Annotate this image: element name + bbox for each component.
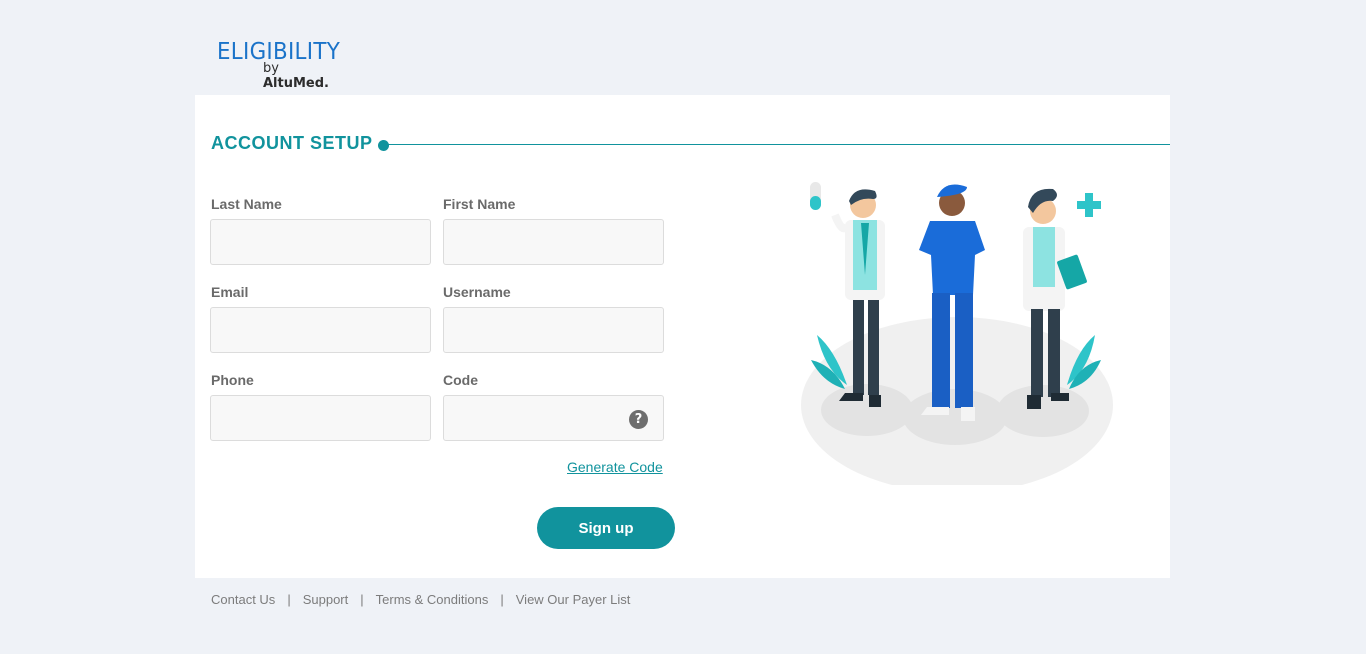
email-label: Email <box>211 284 249 300</box>
username-input[interactable] <box>443 307 664 353</box>
code-label: Code <box>443 372 478 388</box>
footer-link-terms[interactable]: Terms & Conditions <box>376 592 489 607</box>
footer-separator: | <box>500 592 504 607</box>
username-label: Username <box>443 284 511 300</box>
section-title: ACCOUNT SETUP <box>211 133 373 153</box>
footer-separator: | <box>287 592 291 607</box>
sign-up-button[interactable]: Sign up <box>537 507 675 549</box>
last-name-label: Last Name <box>211 196 282 212</box>
title-divider <box>387 144 1170 145</box>
first-name-input[interactable] <box>443 219 664 265</box>
medical-staff-illustration <box>801 182 1113 485</box>
question-icon[interactable]: ? <box>629 410 648 429</box>
first-name-label: First Name <box>443 196 516 212</box>
title-dot <box>378 140 389 151</box>
brand-by: by <box>263 61 279 76</box>
brand-byline: by AltuMed. <box>263 61 347 91</box>
brand-logo: ELIGIBILITY by AltuMed. <box>217 40 347 91</box>
last-name-input[interactable] <box>210 219 431 265</box>
brand-dot: . <box>324 76 329 91</box>
brand-company: AltuMed <box>263 76 325 91</box>
footer-links: Contact Us | Support | Terms & Conditions | Vi… <box>211 592 630 607</box>
code-input[interactable]: ? <box>443 395 664 441</box>
generate-code-link[interactable]: Generate Code <box>567 459 663 475</box>
footer-separator: | <box>360 592 364 607</box>
account-setup-card: ACCOUNT SETUP Last Name First Name Email… <box>195 95 1170 578</box>
phone-input[interactable] <box>210 395 431 441</box>
footer-link-support[interactable]: Support <box>303 592 349 607</box>
footer-link-contact[interactable]: Contact Us <box>211 592 275 607</box>
footer-link-payer-list[interactable]: View Our Payer List <box>516 592 631 607</box>
email-input[interactable] <box>210 307 431 353</box>
phone-label: Phone <box>211 372 254 388</box>
